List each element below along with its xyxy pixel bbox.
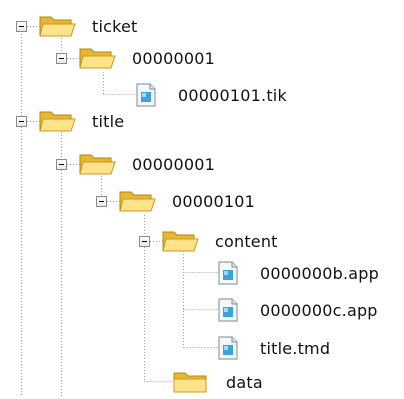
folder-open-icon — [119, 191, 156, 212]
file-icon — [218, 336, 238, 360]
folder-icon — [173, 372, 207, 393]
tree-item-label: data — [226, 372, 263, 392]
collapse-toggle[interactable] — [16, 115, 27, 127]
tree-item-00000101[interactable]: 00000101 — [96, 184, 255, 218]
tree-item-0000000c-app[interactable]: 0000000c.app — [218, 293, 378, 327]
folder-open-icon — [39, 111, 76, 132]
collapse-toggle[interactable] — [139, 235, 150, 247]
tree-item-title[interactable]: title — [16, 104, 124, 138]
collapse-toggle[interactable] — [56, 158, 67, 170]
folder-open-icon — [39, 16, 76, 37]
tree-item-label: 00000101 — [172, 191, 256, 211]
tree-item-00000001[interactable]: 00000001 — [56, 147, 215, 181]
tree-item-ticket[interactable]: ticket — [16, 9, 138, 43]
folder-open-icon — [79, 154, 116, 175]
tree-item-0000000b-app[interactable]: 0000000b.app — [218, 256, 379, 290]
tree-item-label: 0000000b.app — [260, 263, 380, 283]
collapse-toggle[interactable] — [56, 52, 67, 64]
tree-item-label: title.tmd — [260, 338, 331, 358]
tree-item-label: content — [215, 231, 278, 251]
tree-item-title-tmd[interactable]: title.tmd — [218, 331, 330, 365]
tree-item-label: title — [92, 111, 125, 131]
file-icon — [218, 261, 238, 285]
tree-item-label: ticket — [92, 16, 138, 36]
file-icon — [218, 298, 238, 322]
collapse-toggle[interactable] — [16, 20, 27, 32]
folder-open-icon — [79, 48, 116, 69]
tree-item-label: 00000001 — [132, 48, 216, 68]
file-icon — [136, 83, 156, 107]
tree-item-label: 00000001 — [132, 154, 216, 174]
tree-item-00000101-tik[interactable]: 00000101.tik — [136, 78, 287, 112]
tree-item-label: 00000101.tik — [178, 85, 287, 105]
collapse-toggle[interactable] — [96, 195, 107, 207]
tree-item-00000001[interactable]: 00000001 — [56, 41, 215, 75]
tree-item-label: 0000000c.app — [260, 300, 378, 320]
tree-item-content[interactable]: content — [139, 224, 278, 258]
folder-open-icon — [162, 231, 199, 252]
tree-item-data[interactable]: data — [172, 365, 263, 399]
